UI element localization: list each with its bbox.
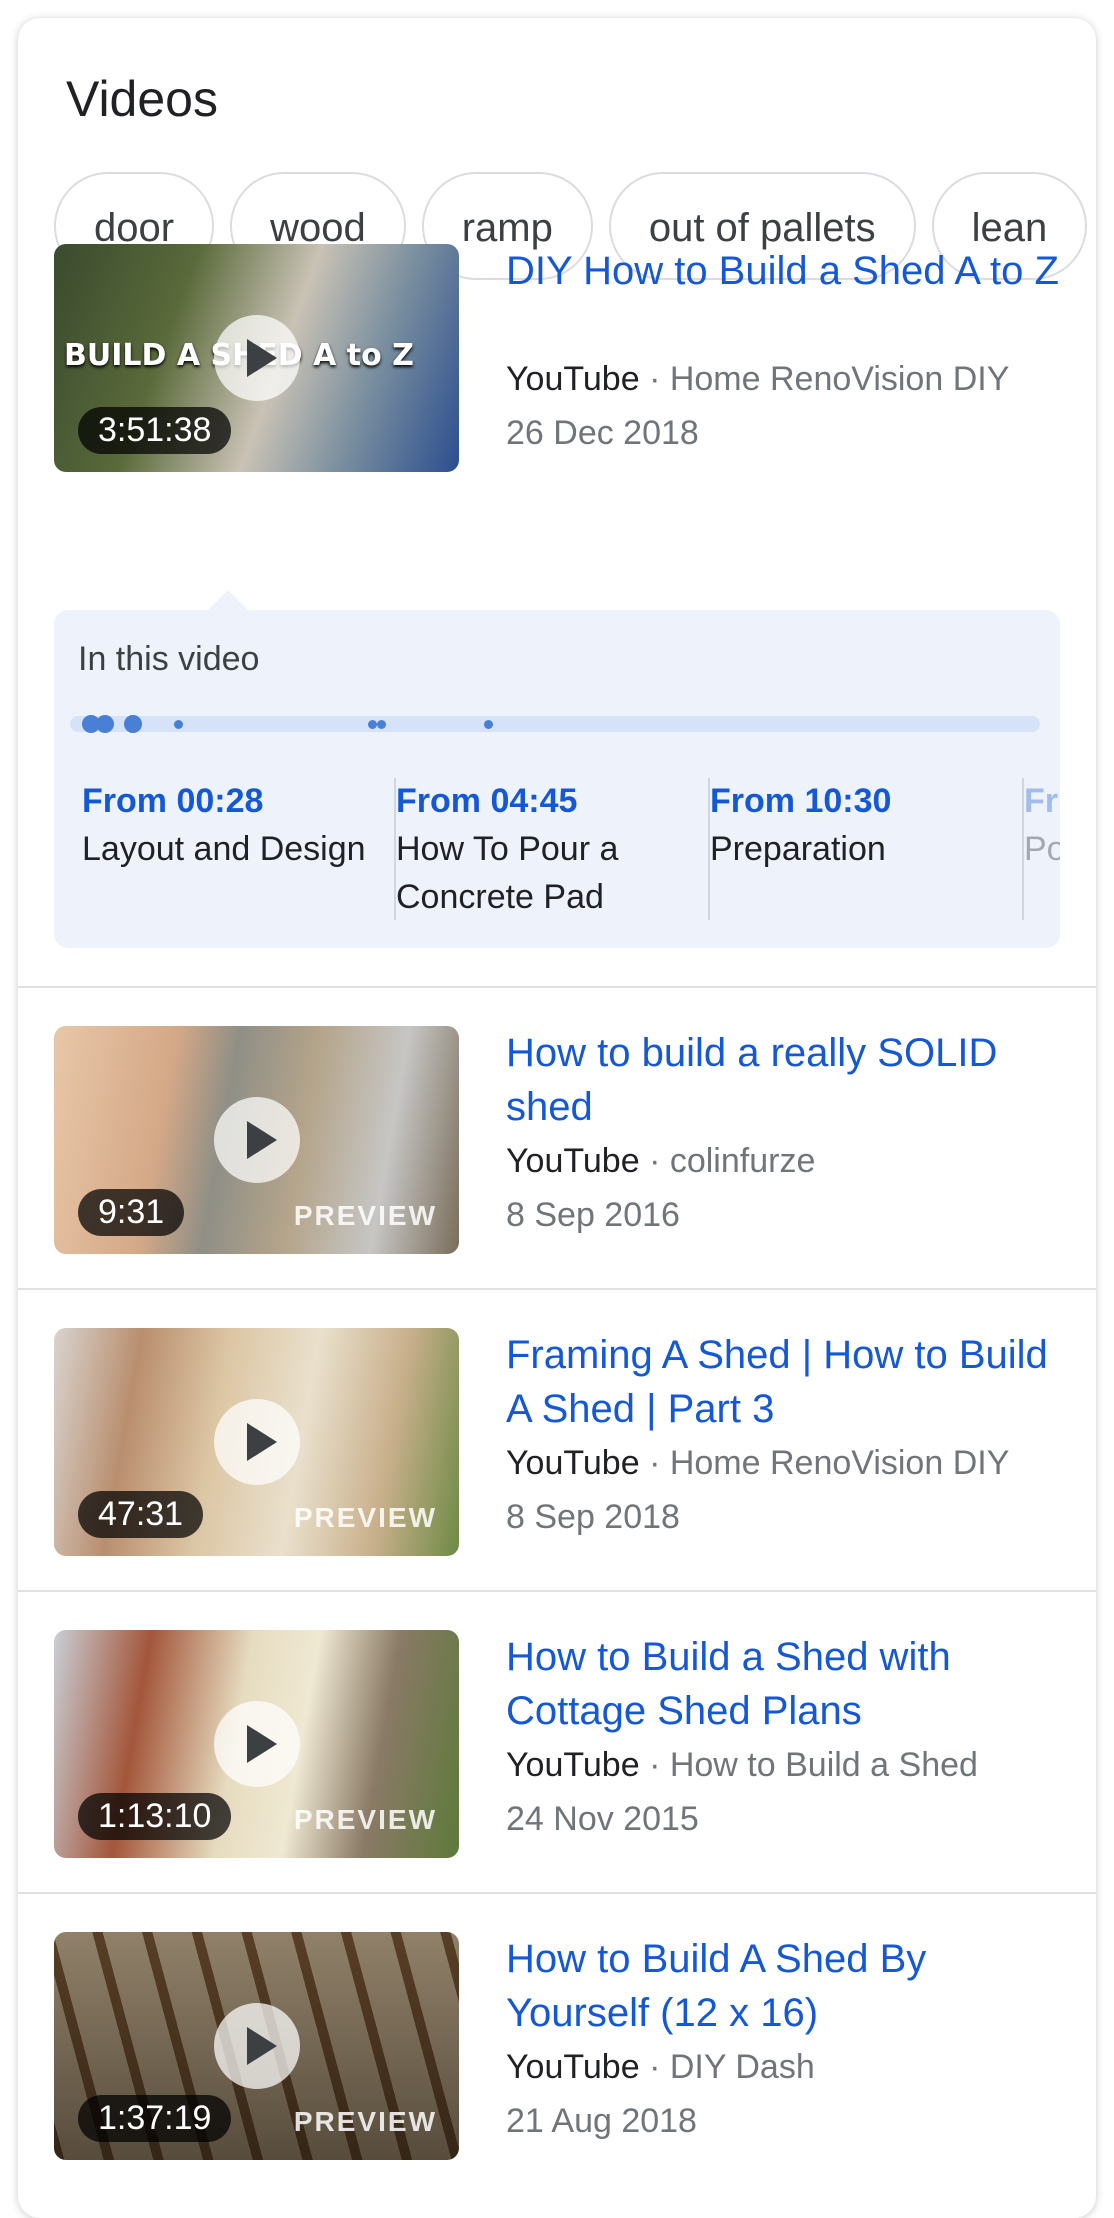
meta-separator: · bbox=[649, 360, 661, 398]
section-heading: Videos bbox=[66, 71, 218, 127]
video-duration: 9:31 bbox=[78, 1189, 185, 1236]
video-result[interactable]: 9:31 PREVIEW How to build a really SOLID… bbox=[18, 1026, 1096, 1266]
play-icon[interactable] bbox=[213, 1701, 300, 1787]
video-thumbnail[interactable]: 1:37:19 PREVIEW bbox=[54, 1932, 459, 2160]
in-this-video-panel: In this video From 00:28 Layout and Desi… bbox=[54, 610, 1060, 948]
in-this-video-label: In this video bbox=[78, 640, 260, 678]
result-divider bbox=[18, 1288, 1096, 1290]
meta-separator: · bbox=[649, 1444, 661, 1482]
video-meta: YouTube · colinfurze bbox=[506, 1142, 815, 1181]
video-meta: YouTube · Home RenoVision DIY bbox=[506, 1444, 1009, 1483]
video-channel: How to Build a Shed bbox=[669, 1746, 978, 1784]
chapter-marker[interactable] bbox=[484, 720, 493, 729]
video-title[interactable]: How to Build a Shed with Cottage Shed Pl… bbox=[506, 1630, 1066, 1738]
video-duration: 1:37:19 bbox=[78, 2095, 232, 2142]
chapter-marker[interactable] bbox=[368, 720, 377, 729]
video-date: 24 Nov 2015 bbox=[506, 1800, 699, 1838]
video-source: YouTube bbox=[506, 1444, 640, 1482]
video-meta: YouTube · Home RenoVision DIY bbox=[506, 360, 1009, 399]
chapter-item[interactable]: From 00:28 Layout and Design bbox=[82, 782, 382, 926]
chapters-pointer bbox=[206, 590, 250, 612]
chapter-item[interactable]: From 10:30 Preparation bbox=[710, 782, 1010, 926]
video-source: YouTube bbox=[506, 2048, 640, 2086]
video-result[interactable]: 47:31 PREVIEW Framing A Shed | How to Bu… bbox=[18, 1328, 1096, 1568]
chapter-timeline[interactable] bbox=[70, 715, 1040, 733]
video-duration: 1:13:10 bbox=[78, 1793, 232, 1840]
videos-card: Videos door wood ramp out of pallets lean BU… bbox=[18, 18, 1096, 2218]
video-thumbnail[interactable]: 1:13:10 PREVIEW bbox=[54, 1630, 459, 1858]
video-duration: 3:51:38 bbox=[78, 407, 232, 454]
chapter-name: Layout and Design bbox=[82, 830, 366, 868]
meta-separator: · bbox=[649, 2048, 661, 2086]
video-title[interactable]: DIY How to Build a Shed A to Z bbox=[506, 244, 1066, 298]
video-channel: colinfurze bbox=[669, 1142, 816, 1180]
video-result[interactable]: 1:37:19 PREVIEW How to Build A Shed By Y… bbox=[18, 1932, 1096, 2172]
play-icon[interactable] bbox=[213, 315, 300, 401]
chapter-marker[interactable] bbox=[124, 715, 142, 733]
chapter-item[interactable]: Fr Po bbox=[1024, 782, 1060, 926]
video-channel: Home RenoVision DIY bbox=[669, 1444, 1010, 1482]
result-divider bbox=[18, 1590, 1096, 1592]
result-divider bbox=[18, 986, 1096, 988]
video-duration: 47:31 bbox=[78, 1491, 204, 1538]
chapter-item[interactable]: From 04:45 How To Pour a Concrete Pad bbox=[396, 782, 696, 926]
video-date: 8 Sep 2016 bbox=[506, 1196, 680, 1234]
video-result[interactable]: 1:13:10 PREVIEW How to Build a Shed with… bbox=[18, 1630, 1096, 1870]
video-date: 8 Sep 2018 bbox=[506, 1498, 680, 1536]
preview-label: PREVIEW bbox=[293, 1804, 437, 1835]
meta-separator: · bbox=[649, 1142, 661, 1180]
chapter-time: From 00:28 bbox=[82, 782, 264, 820]
chapter-name: How To Pour a Concrete Pad bbox=[396, 830, 619, 916]
chapter-name: Preparation bbox=[710, 830, 886, 868]
play-icon[interactable] bbox=[213, 1399, 300, 1485]
video-source: YouTube bbox=[506, 1142, 640, 1180]
meta-separator: · bbox=[649, 1746, 661, 1784]
video-thumbnail[interactable]: 47:31 PREVIEW bbox=[54, 1328, 459, 1556]
preview-label: PREVIEW bbox=[293, 1200, 437, 1231]
video-title[interactable]: Framing A Shed | How to Build A Shed | P… bbox=[506, 1328, 1066, 1436]
chapter-marker[interactable] bbox=[96, 715, 114, 733]
video-title[interactable]: How to build a really SOLID shed bbox=[506, 1026, 1066, 1134]
chapter-time: Fr bbox=[1024, 782, 1058, 820]
chapter-marker[interactable] bbox=[174, 720, 183, 729]
play-icon[interactable] bbox=[213, 1097, 300, 1183]
video-date: 26 Dec 2018 bbox=[506, 414, 699, 452]
video-source: YouTube bbox=[506, 1746, 640, 1784]
video-thumbnail[interactable]: BUILD A SHED A to Z 3:51:38 bbox=[54, 244, 459, 472]
video-channel: DIY Dash bbox=[669, 2048, 815, 2086]
result-divider bbox=[18, 1892, 1096, 1894]
preview-label: PREVIEW bbox=[293, 1502, 437, 1533]
preview-label: PREVIEW bbox=[293, 2106, 437, 2137]
chapter-marker[interactable] bbox=[377, 720, 386, 729]
chapter-time: From 04:45 bbox=[396, 782, 578, 820]
video-date: 21 Aug 2018 bbox=[506, 2102, 697, 2140]
video-meta: YouTube · How to Build a Shed bbox=[506, 1746, 978, 1785]
chapter-name: Po bbox=[1024, 830, 1060, 868]
video-meta: YouTube · DIY Dash bbox=[506, 2048, 815, 2087]
video-title[interactable]: How to Build A Shed By Yourself (12 x 16… bbox=[506, 1932, 1066, 2040]
video-source: YouTube bbox=[506, 360, 640, 398]
video-thumbnail[interactable]: 9:31 PREVIEW bbox=[54, 1026, 459, 1254]
video-result[interactable]: BUILD A SHED A to Z 3:51:38 DIY How to B… bbox=[18, 244, 1096, 644]
play-icon[interactable] bbox=[213, 2003, 300, 2089]
chapter-time: From 10:30 bbox=[710, 782, 892, 820]
video-channel: Home RenoVision DIY bbox=[669, 360, 1010, 398]
